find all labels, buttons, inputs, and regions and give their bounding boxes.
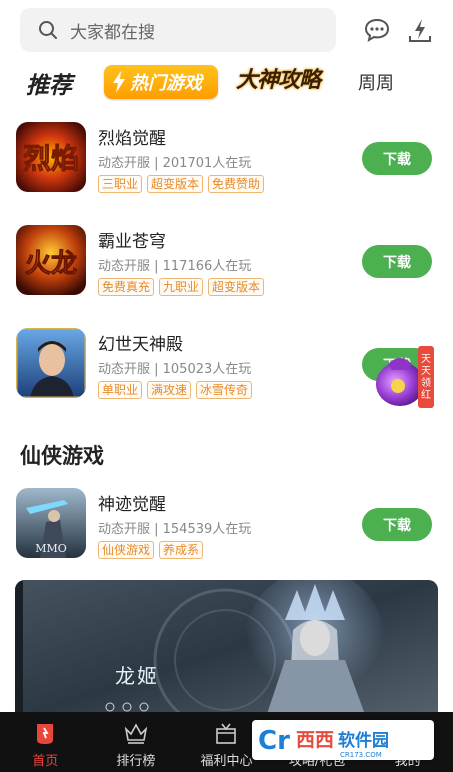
game-row[interactable]: 烈焰 烈焰觉醒 动态开服 | 201701人在玩 三职业 超变版本 免费赞助 下… (0, 122, 453, 218)
game-tag: 养成系 (159, 541, 204, 559)
top-bar: 大家都在搜 (0, 0, 453, 60)
game-tag: 免费赞助 (208, 175, 265, 193)
game-row[interactable]: MMO 神迹觉醒 动态开服 | 154539人在玩 仙侠游戏 养成系 下载 (0, 488, 453, 584)
game-tag: 仙侠游戏 (98, 541, 155, 559)
download-icon[interactable] (406, 16, 434, 44)
game-tag: 三职业 (98, 175, 143, 193)
svg-text:CR173.COM: CR173.COM (340, 751, 382, 759)
tab-hot-games[interactable]: 热门游戏 (104, 65, 218, 99)
tab-guides[interactable]: 大神攻略 (236, 62, 321, 94)
tab-weekly[interactable]: 周周 (358, 69, 394, 95)
svg-text:领: 领 (421, 376, 431, 389)
search-bar[interactable]: 大家都在搜 (20, 8, 336, 52)
download-button[interactable]: 下载 (362, 508, 432, 541)
section-title: 仙侠游戏 (20, 444, 104, 468)
game-icon (16, 328, 86, 398)
svg-text:红: 红 (421, 388, 431, 401)
chat-bubble-icon[interactable] (363, 16, 391, 44)
game-name: 幻世天神殿 (98, 335, 183, 355)
svg-text:天: 天 (421, 354, 431, 365)
download-button[interactable]: 下载 (362, 245, 432, 278)
game-meta: 动态开服 | 105023人在玩 (98, 362, 252, 377)
game-name: 神迹觉醒 (98, 495, 166, 515)
svg-text:天: 天 (421, 366, 431, 377)
game-tag: 免费真充 (98, 278, 155, 296)
game-icon: MMO (16, 488, 86, 558)
game-tags: 免费真充 九职业 超变版本 (98, 278, 265, 296)
tab-hot-label: 热门游戏 (130, 73, 202, 94)
game-tag: 九职业 (159, 278, 204, 296)
svg-text:Cr: Cr (258, 726, 290, 756)
game-name: 烈焰觉醒 (98, 129, 166, 149)
game-name: 霸业苍穹 (98, 232, 166, 252)
red-packet-float[interactable]: 天 天 领 红 (368, 340, 436, 412)
game-meta: 动态开服 | 201701人在玩 (98, 156, 252, 171)
game-tag: 单职业 (98, 381, 143, 399)
game-meta: 动态开服 | 117166人在玩 (98, 259, 252, 274)
category-tabs: 推荐 热门游戏 大神攻略 周周 (0, 58, 453, 106)
nav-label: 福利中心 (200, 754, 253, 769)
svg-text:MMO: MMO (35, 542, 67, 555)
nav-ranking[interactable]: 排行榜 (91, 712, 182, 772)
banner-artwork (15, 580, 438, 720)
game-tag: 满攻速 (147, 381, 192, 399)
svg-text:西西: 西西 (296, 729, 334, 751)
game-tags: 三职业 超变版本 免费赞助 (98, 175, 265, 193)
home-icon (37, 724, 54, 744)
game-tags: 仙侠游戏 养成系 (98, 541, 204, 559)
lightning-icon (113, 71, 125, 93)
watermark-logo: Cr 西西 软件园 CR173.COM (252, 720, 434, 760)
banner-title: 龙姬 (115, 664, 159, 688)
svg-text:烈焰: 烈焰 (23, 142, 79, 175)
search-placeholder: 大家都在搜 (70, 22, 155, 43)
game-tag: 冰雪传奇 (196, 381, 253, 399)
game-icon: 火龙 (16, 225, 86, 295)
svg-text:软件园: 软件园 (338, 730, 389, 751)
game-tag: 超变版本 (147, 175, 204, 193)
svg-text:火龙: 火龙 (25, 249, 77, 279)
gift-icon (216, 723, 237, 744)
download-button[interactable]: 下载 (362, 142, 432, 175)
game-tags: 单职业 满攻速 冰雪传奇 (98, 381, 253, 399)
nav-label: 首页 (32, 754, 59, 769)
game-icon: 烈焰 (16, 122, 86, 192)
nav-home[interactable]: 首页 (0, 712, 91, 772)
game-row[interactable]: 火龙 霸业苍穹 动态开服 | 117166人在玩 免费真充 九职业 超变版本 下… (0, 225, 453, 321)
nav-label: 排行榜 (116, 754, 156, 769)
crown-icon (124, 723, 148, 744)
game-meta: 动态开服 | 154539人在玩 (98, 522, 252, 537)
promo-banner[interactable]: 龙姬 (15, 580, 438, 720)
tab-recommend[interactable]: 推荐 (26, 66, 72, 100)
search-icon (39, 21, 57, 39)
game-tag: 超变版本 (208, 278, 265, 296)
